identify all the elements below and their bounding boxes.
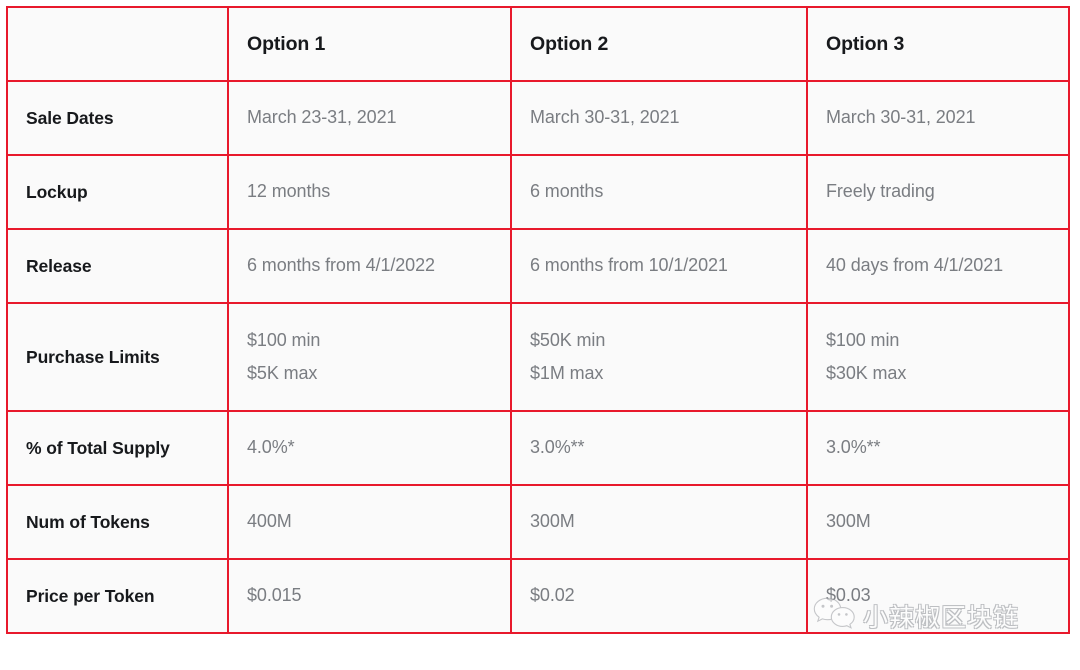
table-row: Lockup 12 months 6 months Freely trading (7, 155, 1069, 229)
column-header-option-2: Option 2 (511, 7, 807, 81)
cell-purchase-limits-option-3: $100 min $30K max (807, 303, 1069, 411)
cell-line: 3.0%** (530, 436, 788, 459)
cell-line: 40 days from 4/1/2021 (826, 254, 1050, 277)
row-label-release: Release (7, 229, 228, 303)
cell-release-option-1: 6 months from 4/1/2022 (228, 229, 511, 303)
cell-price-per-token-option-1: $0.015 (228, 559, 511, 633)
cell-line: $100 min (826, 329, 1050, 352)
cell-line: $0.015 (247, 584, 492, 607)
cell-line: 4.0%* (247, 436, 492, 459)
cell-line: $100 min (247, 329, 492, 352)
cell-line: March 30-31, 2021 (826, 106, 1050, 129)
cell-line: Freely trading (826, 180, 1050, 203)
table-row: % of Total Supply 4.0%* 3.0%** 3.0%** (7, 411, 1069, 485)
cell-line: 300M (530, 510, 788, 533)
row-label-price-per-token: Price per Token (7, 559, 228, 633)
cell-sale-dates-option-1: March 23-31, 2021 (228, 81, 511, 155)
cell-line: 400M (247, 510, 492, 533)
cell-price-per-token-option-3: $0.03 (807, 559, 1069, 633)
column-header-option-3: Option 3 (807, 7, 1069, 81)
table-head: Option 1 Option 2 Option 3 (7, 7, 1069, 81)
cell-price-per-token-option-2: $0.02 (511, 559, 807, 633)
table-corner-cell (7, 7, 228, 81)
cell-line: $5K max (247, 362, 492, 385)
cell-lockup-option-3: Freely trading (807, 155, 1069, 229)
table-row: Sale Dates March 23-31, 2021 March 30-31… (7, 81, 1069, 155)
cell-line: $50K min (530, 329, 788, 352)
comparison-table: Option 1 Option 2 Option 3 Sale Dates Ma… (6, 6, 1070, 634)
table-row: Release 6 months from 4/1/2022 6 months … (7, 229, 1069, 303)
cell-line: 6 months from 10/1/2021 (530, 254, 788, 277)
cell-line: March 23-31, 2021 (247, 106, 492, 129)
cell-line: March 30-31, 2021 (530, 106, 788, 129)
cell-purchase-limits-option-1: $100 min $5K max (228, 303, 511, 411)
cell-lockup-option-1: 12 months (228, 155, 511, 229)
cell-num-of-tokens-option-2: 300M (511, 485, 807, 559)
column-header-option-1: Option 1 (228, 7, 511, 81)
cell-line: $30K max (826, 362, 1050, 385)
cell-percent-of-total-supply-option-1: 4.0%* (228, 411, 511, 485)
table-row: Price per Token $0.015 $0.02 $0.03 (7, 559, 1069, 633)
cell-sale-dates-option-3: March 30-31, 2021 (807, 81, 1069, 155)
token-sale-comparison-table: Option 1 Option 2 Option 3 Sale Dates Ma… (6, 6, 1068, 630)
cell-sale-dates-option-2: March 30-31, 2021 (511, 81, 807, 155)
cell-line: $1M max (530, 362, 788, 385)
table-body: Sale Dates March 23-31, 2021 March 30-31… (7, 81, 1069, 633)
cell-num-of-tokens-option-3: 300M (807, 485, 1069, 559)
cell-line: 12 months (247, 180, 492, 203)
cell-percent-of-total-supply-option-3: 3.0%** (807, 411, 1069, 485)
row-label-percent-of-total-supply: % of Total Supply (7, 411, 228, 485)
row-label-sale-dates: Sale Dates (7, 81, 228, 155)
table-row: Purchase Limits $100 min $5K max $50K mi… (7, 303, 1069, 411)
cell-line: 6 months from 4/1/2022 (247, 254, 492, 277)
cell-release-option-2: 6 months from 10/1/2021 (511, 229, 807, 303)
row-label-purchase-limits: Purchase Limits (7, 303, 228, 411)
screenshot-root: Option 1 Option 2 Option 3 Sale Dates Ma… (0, 0, 1080, 670)
cell-num-of-tokens-option-1: 400M (228, 485, 511, 559)
cell-lockup-option-2: 6 months (511, 155, 807, 229)
cell-line: 3.0%** (826, 436, 1050, 459)
row-label-num-of-tokens: Num of Tokens (7, 485, 228, 559)
cell-purchase-limits-option-2: $50K min $1M max (511, 303, 807, 411)
cell-line: $0.02 (530, 584, 788, 607)
cell-line: $0.03 (826, 584, 1050, 607)
table-row: Num of Tokens 400M 300M 300M (7, 485, 1069, 559)
cell-percent-of-total-supply-option-2: 3.0%** (511, 411, 807, 485)
row-label-lockup: Lockup (7, 155, 228, 229)
cell-release-option-3: 40 days from 4/1/2021 (807, 229, 1069, 303)
cell-line: 300M (826, 510, 1050, 533)
cell-line: 6 months (530, 180, 788, 203)
table-header-row: Option 1 Option 2 Option 3 (7, 7, 1069, 81)
